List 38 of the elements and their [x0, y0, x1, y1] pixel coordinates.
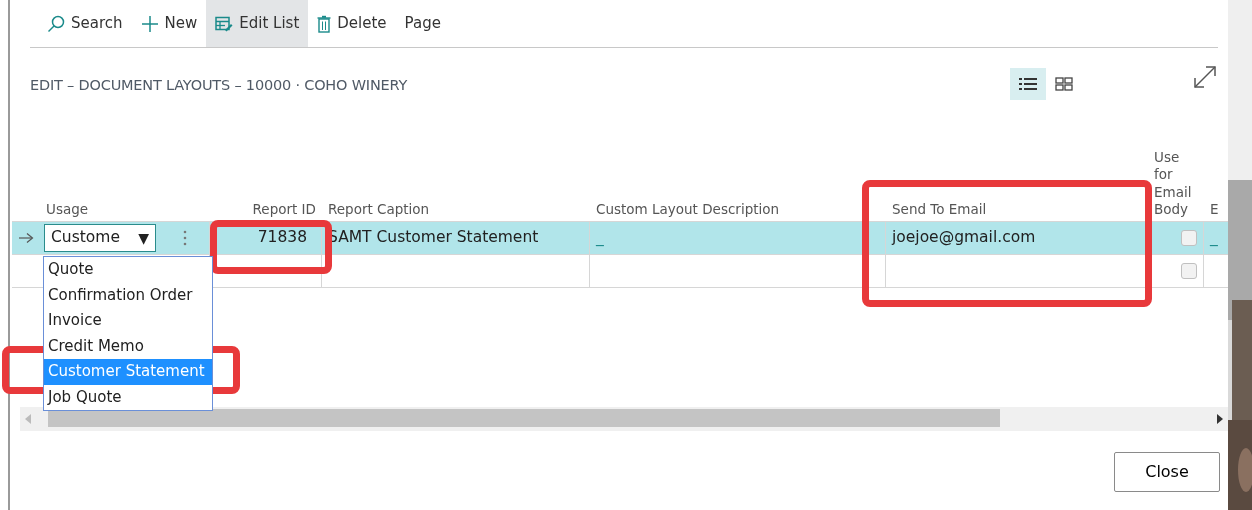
dropdown-option[interactable]: Quote — [44, 257, 212, 283]
toolbar-button[interactable]: Page — [395, 0, 450, 47]
toolbar-button[interactable]: Delete — [308, 0, 396, 47]
column-header: Use for Email Body — [1154, 148, 1193, 219]
toolbar-button[interactable]: New — [131, 0, 207, 47]
table-cell: _ — [590, 222, 886, 255]
dropdown-option[interactable]: Invoice — [44, 308, 212, 334]
column-header: Usage — [46, 201, 89, 219]
column-header: Custom Layout Description — [596, 201, 780, 219]
checkbox[interactable] — [1181, 263, 1197, 279]
tile-view-icon — [1055, 77, 1073, 91]
dropdown-option[interactable]: Confirmation Order — [44, 282, 212, 308]
column-header: Report ID — [252, 201, 316, 219]
dropdown-option[interactable]: Credit Memo — [44, 333, 212, 359]
table-cell: joejoe@gmail.com — [886, 222, 1148, 255]
toolbar-button[interactable]: Search — [38, 0, 132, 47]
column-header: Report Caption — [328, 201, 430, 219]
scrollbar[interactable] — [20, 407, 1228, 431]
close-button[interactable]: Close — [1114, 452, 1220, 492]
column-header: E — [1210, 201, 1219, 219]
column-header: Send To Email — [892, 201, 987, 219]
expand-icon[interactable] — [1192, 64, 1218, 90]
view-toggle-button[interactable] — [1010, 68, 1046, 100]
edit-list-icon — [215, 15, 234, 32]
scroll-right-icon — [1216, 413, 1224, 425]
dialog-title: EDIT – DOCUMENT LAYOUTS – 10000 · COHO WINERY — [30, 76, 409, 95]
search-icon — [47, 14, 65, 33]
toolbar-button[interactable]: Edit List — [206, 0, 309, 47]
checkbox[interactable] — [1181, 230, 1197, 246]
dropdown-option[interactable]: Job Quote — [44, 384, 212, 410]
list-view-icon — [1019, 77, 1037, 91]
trash-icon — [317, 14, 332, 33]
usage-dropdown[interactable]: Custome ▼ — [44, 224, 156, 252]
table-cell: _ — [1204, 222, 1230, 255]
more-options-icon[interactable] — [183, 229, 187, 247]
plus-icon — [140, 14, 159, 33]
scroll-left-icon — [24, 413, 32, 425]
row-arrow-icon — [18, 232, 34, 244]
